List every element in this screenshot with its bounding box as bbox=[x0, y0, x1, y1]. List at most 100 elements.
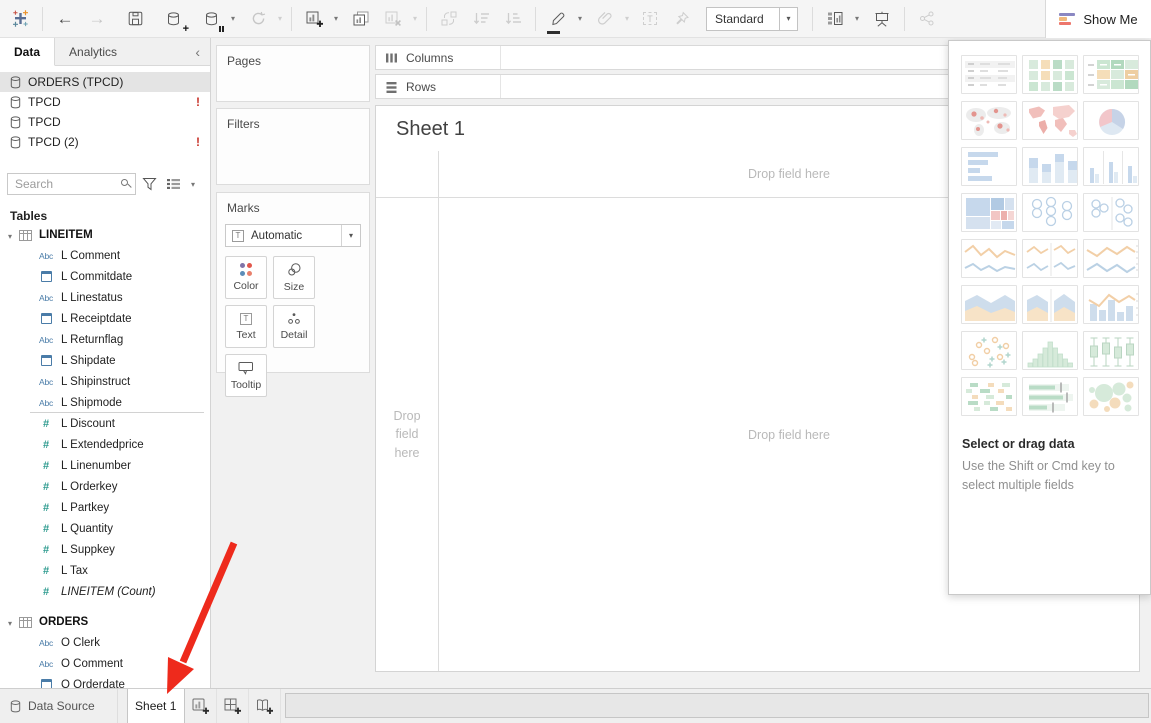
pause-auto-updates-button[interactable] bbox=[199, 5, 223, 33]
filter-icon[interactable] bbox=[142, 177, 157, 191]
group-members-button[interactable] bbox=[593, 5, 617, 33]
show-mark-labels-button[interactable] bbox=[638, 5, 662, 33]
showme-discrete-area[interactable] bbox=[1022, 285, 1078, 324]
mark-type-dropdown[interactable]: Automatic bbox=[225, 224, 361, 247]
tooltip-button[interactable]: Tooltip bbox=[225, 354, 267, 397]
chevron-down-icon[interactable] bbox=[8, 615, 12, 629]
showme-stacked-bars[interactable] bbox=[1022, 147, 1078, 186]
showme-filled-map[interactable] bbox=[1022, 101, 1078, 140]
new-worksheet-tab-button[interactable] bbox=[185, 689, 217, 723]
new-worksheet-button[interactable] bbox=[302, 5, 326, 33]
field-row[interactable]: L Orderkey bbox=[0, 476, 210, 497]
field-row[interactable]: L Shipinstruct bbox=[0, 371, 210, 392]
detail-button[interactable]: Detail bbox=[273, 305, 315, 348]
field-row[interactable]: O Comment bbox=[0, 653, 210, 674]
color-button[interactable]: Color bbox=[225, 256, 267, 299]
chevron-down-icon[interactable] bbox=[8, 228, 12, 242]
field-row[interactable]: L Shipmode bbox=[0, 392, 210, 413]
field-row[interactable]: L Returnflag bbox=[0, 329, 210, 350]
showme-highlight-table[interactable] bbox=[1022, 55, 1078, 94]
field-row[interactable]: L Tax bbox=[0, 560, 210, 581]
showme-side-by-side-circles[interactable] bbox=[1083, 193, 1139, 232]
pages-card[interactable]: Pages bbox=[216, 45, 370, 102]
datasource-item[interactable]: TPCD ! bbox=[0, 92, 210, 112]
highlight-button[interactable] bbox=[546, 5, 570, 33]
showme-scatter-plot[interactable] bbox=[961, 331, 1017, 370]
datasource-item[interactable]: TPCD (2) ! bbox=[0, 132, 210, 152]
redo-button[interactable]: → bbox=[85, 5, 109, 33]
chevron-down-icon[interactable] bbox=[228, 14, 238, 23]
field-row[interactable]: LINEITEM (Count) bbox=[0, 581, 210, 602]
search-input[interactable] bbox=[7, 173, 136, 195]
datasource-item[interactable]: TPCD bbox=[0, 112, 210, 132]
clear-sheet-button[interactable] bbox=[381, 5, 405, 33]
field-row[interactable]: L Quantity bbox=[0, 518, 210, 539]
showme-symbol-map[interactable] bbox=[961, 101, 1017, 140]
showme-treemap[interactable] bbox=[961, 193, 1017, 232]
showme-continuous-area[interactable] bbox=[961, 285, 1017, 324]
field-row[interactable]: L Discount bbox=[0, 413, 210, 434]
tab-data[interactable]: Data bbox=[0, 38, 55, 66]
showme-side-by-side-bars[interactable] bbox=[1083, 147, 1139, 186]
tab-data-source[interactable]: Data Source bbox=[0, 689, 118, 723]
sort-descending-button[interactable] bbox=[501, 5, 525, 33]
tab-analytics[interactable]: Analytics bbox=[55, 38, 131, 65]
fix-axes-button[interactable] bbox=[670, 5, 694, 33]
showme-heat-map[interactable] bbox=[1083, 55, 1139, 94]
show-me-button[interactable]: Show Me bbox=[1045, 0, 1151, 38]
field-row[interactable]: L Receiptdate bbox=[0, 308, 210, 329]
text-button[interactable]: Text bbox=[225, 305, 267, 348]
field-row[interactable]: L Suppkey bbox=[0, 539, 210, 560]
fit-selector[interactable]: Standard bbox=[706, 7, 798, 31]
tooltip-icon bbox=[238, 361, 254, 375]
field-row[interactable]: L Partkey bbox=[0, 497, 210, 518]
share-workbook-button[interactable] bbox=[915, 5, 939, 33]
showme-pie-chart[interactable] bbox=[1083, 101, 1139, 140]
swap-rows-columns-button[interactable] bbox=[437, 5, 461, 33]
size-button[interactable]: Size bbox=[273, 256, 315, 299]
collapse-pane-button[interactable]: ‹ bbox=[185, 38, 210, 65]
showme-dual-lines[interactable] bbox=[1083, 239, 1139, 278]
horizontal-scrollbar[interactable] bbox=[285, 693, 1149, 718]
field-row[interactable]: L Comment bbox=[0, 245, 210, 266]
save-button[interactable] bbox=[123, 5, 147, 33]
new-data-source-button[interactable]: + bbox=[161, 5, 185, 33]
field-row[interactable]: L Shipdate bbox=[0, 350, 210, 371]
field-row[interactable]: L Linestatus bbox=[0, 287, 210, 308]
chevron-down-icon[interactable] bbox=[852, 14, 862, 23]
table-group-lineitem[interactable]: LINEITEM bbox=[0, 225, 210, 245]
showme-box-and-whisker[interactable] bbox=[1083, 331, 1139, 370]
field-row[interactable]: L Extendedprice bbox=[0, 434, 210, 455]
presentation-mode-button[interactable] bbox=[870, 5, 894, 33]
field-row[interactable]: O Clerk bbox=[0, 632, 210, 653]
showme-packed-bubbles[interactable] bbox=[1083, 377, 1139, 416]
datasource-item[interactable]: ORDERS (TPCD) bbox=[0, 72, 210, 92]
show-hide-cards-button[interactable] bbox=[823, 5, 847, 33]
field-row[interactable]: L Linenumber bbox=[0, 455, 210, 476]
chevron-down-icon[interactable] bbox=[575, 14, 585, 23]
filters-card[interactable]: Filters bbox=[216, 108, 370, 185]
showme-dual-combination[interactable] bbox=[1083, 285, 1139, 324]
showme-histogram[interactable] bbox=[1022, 331, 1078, 370]
duplicate-sheet-button[interactable] bbox=[349, 5, 373, 33]
new-story-button[interactable] bbox=[249, 689, 281, 723]
showme-horizontal-bars[interactable] bbox=[961, 147, 1017, 186]
view-list-icon[interactable] bbox=[166, 178, 181, 190]
chevron-down-icon[interactable] bbox=[331, 14, 341, 23]
field-row[interactable]: L Commitdate bbox=[0, 266, 210, 287]
showme-circle-views[interactable] bbox=[1022, 193, 1078, 232]
drop-zone-rows[interactable]: Drop field here bbox=[376, 198, 438, 671]
showme-text-table[interactable] bbox=[961, 55, 1017, 94]
showme-gantt[interactable] bbox=[961, 377, 1017, 416]
undo-button[interactable]: ← bbox=[53, 5, 77, 33]
showme-bullet-graph[interactable] bbox=[1022, 377, 1078, 416]
field-row[interactable]: O Orderdate bbox=[0, 674, 210, 688]
showme-discrete-lines[interactable] bbox=[1022, 239, 1078, 278]
chevron-down-icon[interactable] bbox=[188, 180, 198, 189]
sort-ascending-button[interactable] bbox=[469, 5, 493, 33]
new-dashboard-button[interactable] bbox=[217, 689, 249, 723]
refresh-data-source-button[interactable] bbox=[246, 5, 270, 33]
showme-continuous-lines[interactable] bbox=[961, 239, 1017, 278]
table-group-orders[interactable]: ORDERS bbox=[0, 612, 210, 632]
tab-sheet-1[interactable]: Sheet 1 bbox=[127, 689, 185, 723]
